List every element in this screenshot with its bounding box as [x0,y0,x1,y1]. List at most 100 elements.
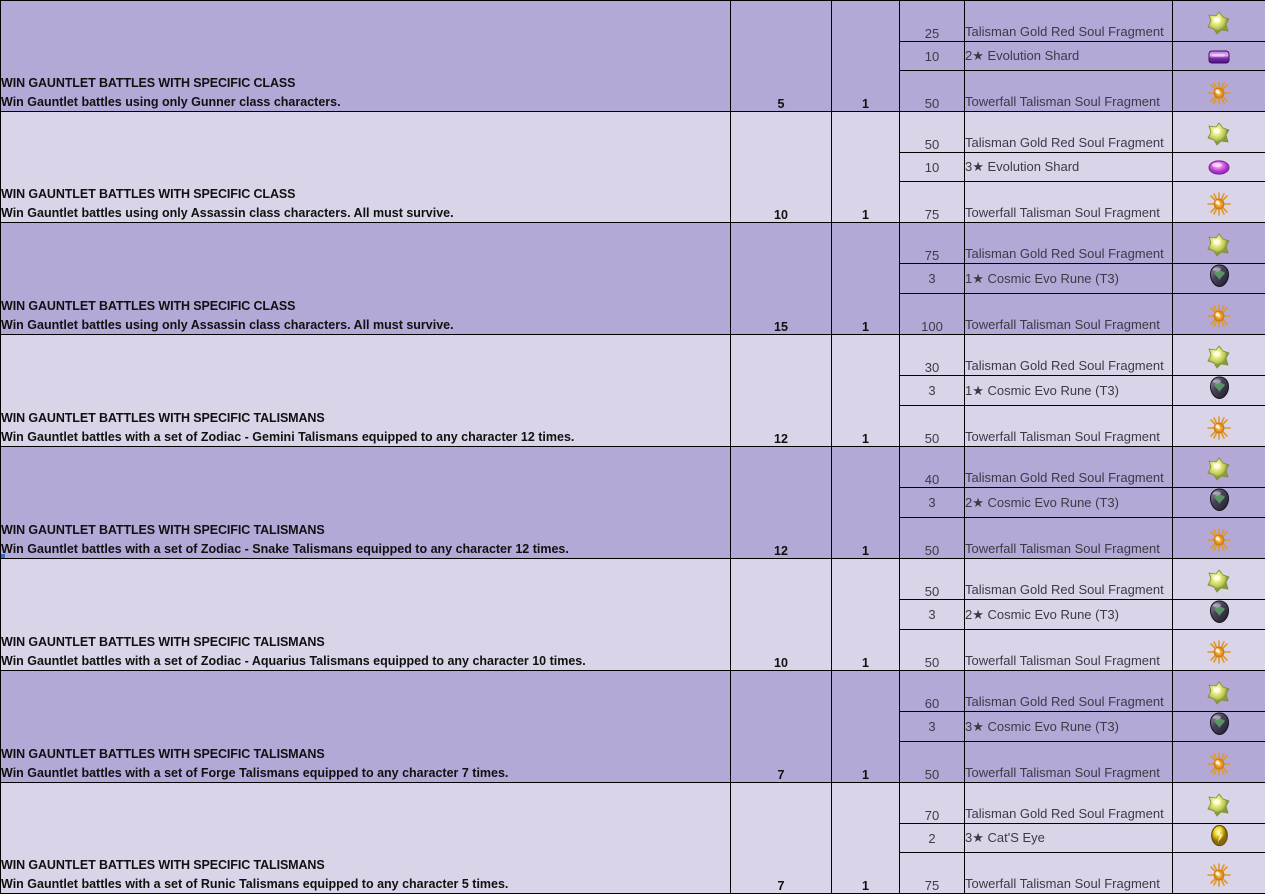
reward-icon-cell[interactable] [1173,264,1265,294]
reward-name[interactable]: Talisman Gold Red Soul Fragment [965,112,1173,153]
reward-name[interactable]: 3★ Cat'S Eye [965,824,1173,853]
quest-requirement-count[interactable]: 7 [731,783,832,894]
quest-description-cell[interactable]: WIN GAUNTLET BATTLES WITH SPECIFIC CLASS… [1,223,731,335]
table-row[interactable]: WIN GAUNTLET BATTLES WITH SPECIFIC TALIS… [1,447,1265,488]
quest-requirement-count[interactable]: 12 [731,447,832,559]
quest-repeat-count[interactable]: 1 [832,783,900,894]
reward-name[interactable]: Towerfall Talisman Soul Fragment [965,853,1173,894]
reward-name[interactable]: 3★ Evolution Shard [965,153,1173,182]
reward-quantity[interactable]: 50 [900,112,965,153]
reward-quantity[interactable]: 40 [900,447,965,488]
reward-quantity[interactable]: 3 [900,376,965,406]
reward-name[interactable]: Talisman Gold Red Soul Fragment [965,783,1173,824]
quest-requirement-count[interactable]: 7 [731,671,832,783]
reward-name[interactable]: Towerfall Talisman Soul Fragment [965,742,1173,783]
reward-quantity[interactable]: 50 [900,518,965,559]
table-row[interactable]: WIN GAUNTLET BATTLES WITH SPECIFIC CLASS… [1,1,1265,42]
reward-icon-cell[interactable] [1173,182,1265,223]
reward-quantity[interactable]: 10 [900,42,965,71]
reward-icon-cell[interactable] [1173,335,1265,376]
reward-name[interactable]: Towerfall Talisman Soul Fragment [965,518,1173,559]
reward-icon-cell[interactable] [1173,630,1265,671]
reward-name[interactable]: Talisman Gold Red Soul Fragment [965,559,1173,600]
reward-name[interactable]: Talisman Gold Red Soul Fragment [965,335,1173,376]
reward-quantity[interactable]: 75 [900,182,965,223]
reward-icon-cell[interactable] [1173,671,1265,712]
reward-icon-cell[interactable] [1173,376,1265,406]
reward-quantity[interactable]: 60 [900,671,965,712]
reward-name[interactable]: Towerfall Talisman Soul Fragment [965,630,1173,671]
reward-name[interactable]: Talisman Gold Red Soul Fragment [965,1,1173,42]
reward-quantity[interactable]: 3 [900,600,965,630]
reward-icon-cell[interactable] [1173,742,1265,783]
reward-name[interactable]: Talisman Gold Red Soul Fragment [965,447,1173,488]
reward-icon-cell[interactable] [1173,294,1265,335]
reward-name[interactable]: Talisman Gold Red Soul Fragment [965,223,1173,264]
reward-icon-cell[interactable] [1173,853,1265,894]
reward-icon-cell[interactable] [1173,518,1265,559]
reward-icon-cell[interactable] [1173,559,1265,600]
reward-icon-cell[interactable] [1173,71,1265,112]
reward-icon-cell[interactable] [1173,600,1265,630]
reward-name[interactable]: 2★ Cosmic Evo Rune (T3) [965,600,1173,630]
quest-requirement-count[interactable]: 10 [731,112,832,223]
reward-icon-cell[interactable] [1173,153,1265,182]
reward-quantity[interactable]: 2 [900,824,965,853]
reward-name[interactable]: 3★ Cosmic Evo Rune (T3) [965,712,1173,742]
quest-description-cell[interactable]: WIN GAUNTLET BATTLES WITH SPECIFIC CLASS… [1,112,731,223]
reward-quantity[interactable]: 3 [900,712,965,742]
reward-name[interactable]: 2★ Cosmic Evo Rune (T3) [965,488,1173,518]
reward-quantity[interactable]: 50 [900,559,965,600]
quest-description-cell[interactable]: WIN GAUNTLET BATTLES WITH SPECIFIC TALIS… [1,671,731,783]
reward-quantity[interactable]: 30 [900,335,965,376]
table-row[interactable]: WIN GAUNTLET BATTLES WITH SPECIFIC TALIS… [1,559,1265,600]
reward-icon-cell[interactable] [1173,406,1265,447]
reward-quantity[interactable]: 75 [900,223,965,264]
reward-name[interactable]: 1★ Cosmic Evo Rune (T3) [965,376,1173,406]
quest-description-cell[interactable]: WIN GAUNTLET BATTLES WITH SPECIFIC TALIS… [1,559,731,671]
table-row[interactable]: WIN GAUNTLET BATTLES WITH SPECIFIC CLASS… [1,223,1265,264]
table-row[interactable]: WIN GAUNTLET BATTLES WITH SPECIFIC TALIS… [1,671,1265,712]
reward-icon-cell[interactable] [1173,712,1265,742]
reward-icon-cell[interactable] [1173,223,1265,264]
quest-repeat-count[interactable]: 1 [832,447,900,559]
reward-quantity[interactable]: 100 [900,294,965,335]
reward-icon-cell[interactable] [1173,112,1265,153]
table-row[interactable]: WIN GAUNTLET BATTLES WITH SPECIFIC TALIS… [1,783,1265,824]
quest-repeat-count[interactable]: 1 [832,335,900,447]
reward-name[interactable]: 1★ Cosmic Evo Rune (T3) [965,264,1173,294]
reward-icon-cell[interactable] [1173,1,1265,42]
reward-quantity[interactable]: 3 [900,488,965,518]
quest-description-cell[interactable]: WIN GAUNTLET BATTLES WITH SPECIFIC CLASS… [1,1,731,112]
quest-requirement-count[interactable]: 12 [731,335,832,447]
reward-quantity[interactable]: 75 [900,853,965,894]
reward-icon-cell[interactable] [1173,783,1265,824]
reward-name[interactable]: 2★ Evolution Shard [965,42,1173,71]
quest-requirement-count[interactable]: 10 [731,559,832,671]
reward-quantity[interactable]: 25 [900,1,965,42]
reward-quantity[interactable]: 50 [900,742,965,783]
reward-name[interactable]: Talisman Gold Red Soul Fragment [965,671,1173,712]
quest-description-cell[interactable]: WIN GAUNTLET BATTLES WITH SPECIFIC TALIS… [1,447,731,559]
quest-description-cell[interactable]: WIN GAUNTLET BATTLES WITH SPECIFIC TALIS… [1,335,731,447]
quest-requirement-count[interactable]: 15 [731,223,832,335]
reward-quantity[interactable]: 50 [900,406,965,447]
reward-quantity[interactable]: 70 [900,783,965,824]
quest-repeat-count[interactable]: 1 [832,671,900,783]
reward-icon-cell[interactable] [1173,488,1265,518]
reward-quantity[interactable]: 10 [900,153,965,182]
quest-repeat-count[interactable]: 1 [832,1,900,112]
quest-description-cell[interactable]: WIN GAUNTLET BATTLES WITH SPECIFIC TALIS… [1,783,731,894]
table-row[interactable]: WIN GAUNTLET BATTLES WITH SPECIFIC TALIS… [1,335,1265,376]
reward-quantity[interactable]: 3 [900,264,965,294]
quest-repeat-count[interactable]: 1 [832,559,900,671]
reward-icon-cell[interactable] [1173,42,1265,71]
quest-repeat-count[interactable]: 1 [832,112,900,223]
reward-icon-cell[interactable] [1173,447,1265,488]
reward-icon-cell[interactable] [1173,824,1265,853]
quest-repeat-count[interactable]: 1 [832,223,900,335]
reward-name[interactable]: Towerfall Talisman Soul Fragment [965,182,1173,223]
reward-name[interactable]: Towerfall Talisman Soul Fragment [965,71,1173,112]
reward-name[interactable]: Towerfall Talisman Soul Fragment [965,406,1173,447]
quest-requirement-count[interactable]: 5 [731,1,832,112]
